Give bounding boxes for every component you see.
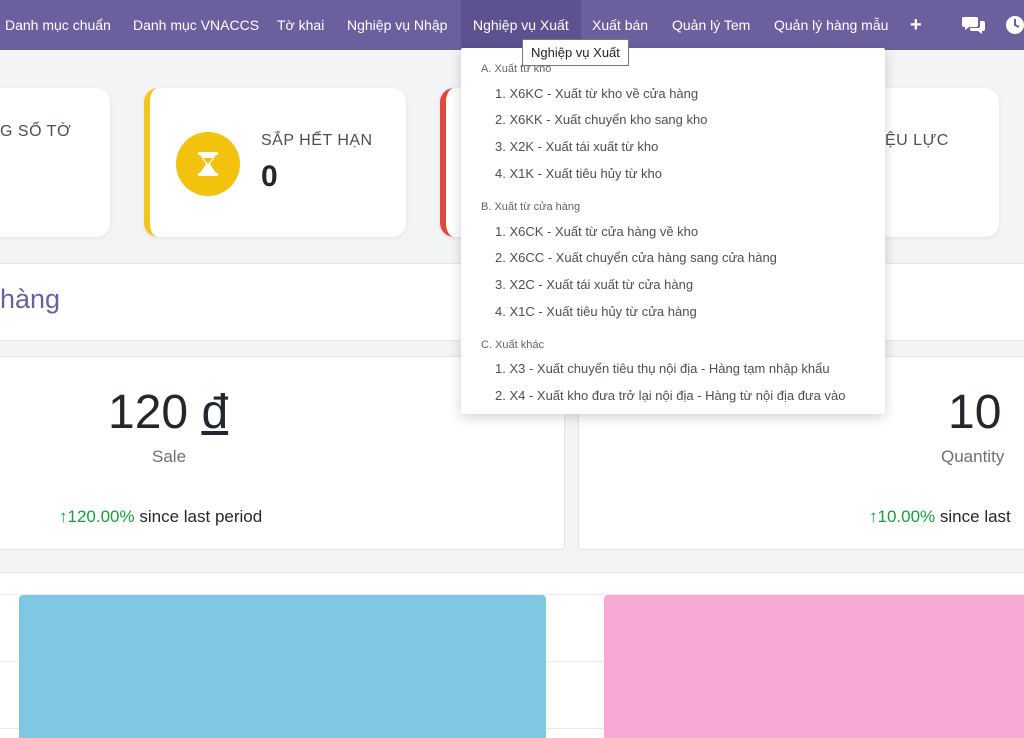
kpi-sale-since: since last period	[139, 507, 263, 526]
nghiep-vu-xuat-dropdown: A. Xuất từ kho 1. X6KC - Xuất từ kho về …	[461, 48, 885, 414]
menu-item-x1k[interactable]: 4. X1K - Xuất tiêu hủy từ kho	[495, 166, 662, 181]
add-menu-button[interactable]: +	[910, 12, 922, 38]
kpi-quantity-pct: 10.00%	[877, 507, 936, 526]
menu-item-x1c[interactable]: 4. X1C - Xuất tiêu hủy từ cửa hàng	[495, 304, 697, 319]
kpi-quantity-since: since last	[939, 507, 1011, 526]
nav-quan-ly-tem[interactable]: Quản lý Tem	[672, 0, 750, 50]
menu-item-x2k[interactable]: 3. X2K - Xuất tái xuất từ kho	[495, 139, 658, 154]
clock-icon[interactable]	[1004, 14, 1024, 36]
stat-title-total: G SỐ TỜ	[0, 123, 72, 140]
kpi-sale-change: ↑120.00% since last period	[59, 507, 262, 527]
nav-nghiep-vu-nhap[interactable]: Nghiệp vụ Nhập	[347, 0, 447, 50]
stat-card-total: G SỐ TỜ	[0, 88, 110, 237]
nav-quan-ly-hang-mau[interactable]: Quản lý hàng mẫu	[774, 0, 888, 50]
nav-tooltip: Nghiệp vụ Xuất	[522, 39, 629, 66]
arrow-up-icon: ↑	[869, 507, 878, 526]
menu-item-x6ck[interactable]: 1. X6CK - Xuất từ cửa hàng về kho	[495, 224, 698, 239]
stat-value-expiring: 0	[261, 160, 278, 193]
stat-card-expiring: SẮP HẾT HẠN 0	[144, 88, 406, 237]
kpi-sale-label: Sale	[152, 447, 187, 466]
chart-bar-blue	[19, 595, 546, 738]
app-root: Danh mục chuẩn Danh mục VNACCS Tờ khai N…	[0, 0, 1024, 738]
menu-item-x4[interactable]: 2. X4 - Xuất kho đưa trở lại nội địa - H…	[495, 388, 845, 403]
chat-icon[interactable]	[962, 14, 986, 36]
currency-symbol: đ	[201, 386, 229, 439]
arrow-up-icon: ↑	[59, 507, 68, 526]
stat-title-expiring: SẮP HẾT HẠN	[261, 132, 373, 149]
kpi-quantity-change: ↑10.00% since last	[869, 507, 1011, 527]
kpi-sale-value: 120 đ	[108, 385, 228, 440]
chart-bar-pink	[604, 595, 1024, 738]
nav-to-khai[interactable]: Tờ khai	[277, 0, 324, 50]
menu-item-x6kc[interactable]: 1. X6KC - Xuất từ kho về cửa hàng	[495, 86, 698, 101]
menu-item-x3[interactable]: 1. X3 - Xuất chuyển tiêu thụ nội địa - H…	[495, 361, 830, 376]
kpi-sale-pct: 120.00%	[67, 507, 135, 526]
section-title: hàng	[0, 284, 61, 314]
dropdown-group-title: C. Xuất khác	[481, 339, 544, 351]
menu-item-x6kk[interactable]: 2. X6KK - Xuất chuyển kho sang kho	[495, 112, 707, 127]
hourglass-icon	[176, 132, 240, 196]
top-navbar: Danh mục chuẩn Danh mục VNACCS Tờ khai N…	[0, 0, 1024, 50]
kpi-quantity-label: Quantity	[941, 447, 1005, 466]
menu-item-x6cc[interactable]: 2. X6CC - Xuất chuyển cửa hàng sang cửa …	[495, 250, 777, 265]
nav-danh-muc-chuan[interactable]: Danh mục chuẩn	[5, 0, 111, 50]
menu-item-x2c[interactable]: 3. X2C - Xuất tái xuất từ cửa hàng	[495, 277, 693, 292]
dropdown-group-title: B. Xuất từ cửa hàng	[481, 201, 581, 213]
nav-danh-muc-vnaccs[interactable]: Danh mục VNACCS	[133, 0, 259, 50]
kpi-quantity-value: 10	[948, 386, 1002, 439]
kpi-sale-amount: 120	[108, 386, 189, 439]
